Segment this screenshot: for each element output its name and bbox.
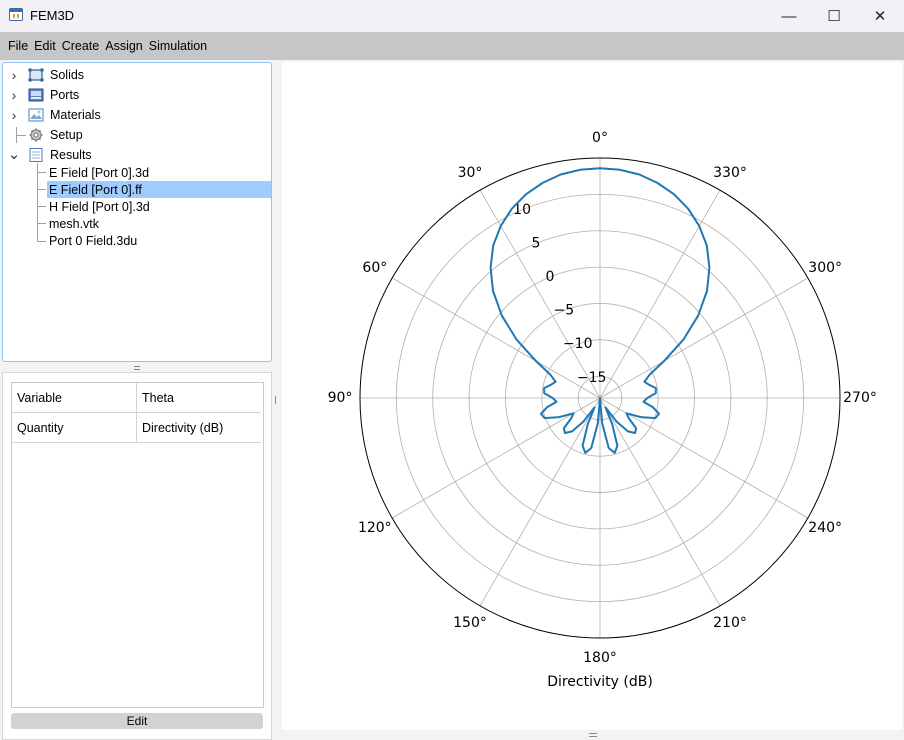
result-file-item[interactable]: H Field [Port 0].3d: [47, 198, 271, 215]
edit-button[interactable]: Edit: [11, 713, 263, 729]
tree-guide-line: [37, 172, 46, 173]
title-bar: FEM3D — ☐ ✕: [0, 0, 904, 32]
tree-item-label: Ports: [50, 88, 80, 102]
property-key-cell: Variable: [12, 383, 136, 413]
window-title: FEM3D: [30, 8, 75, 23]
materials-icon: [28, 108, 44, 122]
result-file-label: Port 0 Field.3du: [49, 233, 138, 248]
r-tick-label: −15: [577, 370, 607, 386]
tree-guide-line: [37, 241, 46, 242]
tree-guide-line: [37, 189, 46, 190]
tree-item-setup[interactable]: Setup: [3, 126, 271, 144]
tree-guide-line: [37, 163, 38, 242]
angular-grid-line: [599, 397, 721, 607]
tree-guide-line: [37, 223, 46, 224]
result-file-item[interactable]: mesh.vtk: [47, 215, 271, 232]
tree-item-label: Results: [50, 148, 92, 162]
maximize-button[interactable]: ☐: [811, 0, 857, 32]
property-key: Quantity: [17, 420, 64, 435]
gear-icon: [28, 128, 44, 142]
r-tick-label: 5: [532, 235, 541, 251]
splitter-handle[interactable]: [275, 396, 278, 404]
menu-assign[interactable]: Assign: [105, 37, 143, 55]
tree-item-label: Solids: [50, 68, 85, 82]
result-file-label: E Field [Port 0].3d: [49, 165, 150, 180]
chevron-right-icon[interactable]: ›: [9, 87, 19, 103]
angular-grid-line: [391, 397, 601, 519]
solids-icon: [28, 68, 44, 82]
property-value: Theta: [142, 390, 174, 405]
menu-edit[interactable]: Edit: [34, 37, 56, 55]
tree-item-ports[interactable]: › Ports: [3, 86, 271, 104]
angular-grid-line: [479, 397, 601, 607]
theta-tick-label: 120°: [358, 520, 392, 536]
theta-tick-label: 0°: [592, 130, 608, 146]
menu-create[interactable]: Create: [62, 37, 100, 55]
theta-tick-label: 240°: [808, 520, 842, 536]
property-key-cell: Quantity: [12, 413, 136, 443]
splitter-handle[interactable]: [134, 366, 140, 370]
results-icon: [28, 148, 44, 162]
angular-grid-line: [599, 189, 721, 399]
tree-item-label: Setup: [50, 128, 83, 142]
project-tree[interactable]: › Solids › Ports › Materials Setup ⌄ Res…: [2, 62, 272, 362]
angular-grid-line: [479, 189, 601, 399]
result-file-label: E Field [Port 0].ff: [49, 182, 142, 197]
theta-tick-label: 150°: [453, 615, 487, 631]
result-file-item[interactable]: Port 0 Field.3du: [47, 232, 271, 249]
app-icon: [9, 8, 23, 21]
polar-chart: 0° 30° 60° 90° 120° 150° 180° 210° 240° 270° 300° 3…: [328, 130, 877, 690]
theta-tick-label: 90°: [328, 390, 353, 406]
menu-bar: File Edit Create Assign Simulation: [0, 32, 904, 60]
property-value-cell[interactable]: Directivity (dB): [137, 413, 261, 443]
result-file-item-selected[interactable]: E Field [Port 0].ff: [47, 181, 271, 198]
plot-area: 0° 30° 60° 90° 120° 150° 180° 210° 240° 270° 300° 3…: [282, 62, 902, 730]
ports-icon: [28, 88, 44, 102]
close-button[interactable]: ✕: [857, 0, 903, 32]
result-file-label: mesh.vtk: [49, 216, 100, 231]
theta-tick-label: 180°: [583, 650, 617, 666]
splitter-handle[interactable]: [589, 733, 597, 737]
r-tick-label: −10: [563, 336, 593, 352]
angular-grid-line: [599, 397, 809, 519]
r-tick-label: 0: [545, 269, 554, 285]
r-tick-label: −5: [553, 303, 574, 319]
menu-file[interactable]: File: [8, 37, 28, 55]
minimize-button[interactable]: —: [766, 0, 812, 32]
property-value: Directivity (dB): [142, 420, 224, 435]
theta-tick-label: 300°: [808, 260, 842, 276]
theta-tick-label: 30°: [458, 165, 483, 181]
chevron-down-icon[interactable]: ⌄: [8, 147, 21, 163]
theta-tick-label: 210°: [713, 615, 747, 631]
properties-panel: Variable Theta Quantity Directivity (dB)…: [2, 372, 272, 740]
tree-item-results[interactable]: ⌄ Results: [3, 146, 271, 164]
angular-grid-line: [599, 277, 809, 399]
chevron-right-icon[interactable]: ›: [9, 107, 19, 123]
tree-guide-line: [37, 206, 46, 207]
tree-item-solids[interactable]: › Solids: [3, 66, 271, 84]
tree-item-label: Materials: [50, 108, 101, 122]
theta-tick-label: 330°: [713, 165, 747, 181]
theta-tick-label: 60°: [362, 260, 387, 276]
property-value-cell[interactable]: Theta: [137, 383, 261, 413]
menu-simulation[interactable]: Simulation: [149, 37, 207, 55]
property-key: Variable: [17, 390, 62, 405]
properties-table: Variable Theta Quantity Directivity (dB): [11, 382, 264, 708]
theta-tick-label: 270°: [843, 390, 877, 406]
chevron-right-icon[interactable]: ›: [9, 67, 19, 83]
tree-item-materials[interactable]: › Materials: [3, 106, 271, 124]
chart-xlabel: Directivity (dB): [547, 674, 653, 690]
result-file-item[interactable]: E Field [Port 0].3d: [47, 164, 271, 181]
result-file-label: H Field [Port 0].3d: [49, 199, 150, 214]
